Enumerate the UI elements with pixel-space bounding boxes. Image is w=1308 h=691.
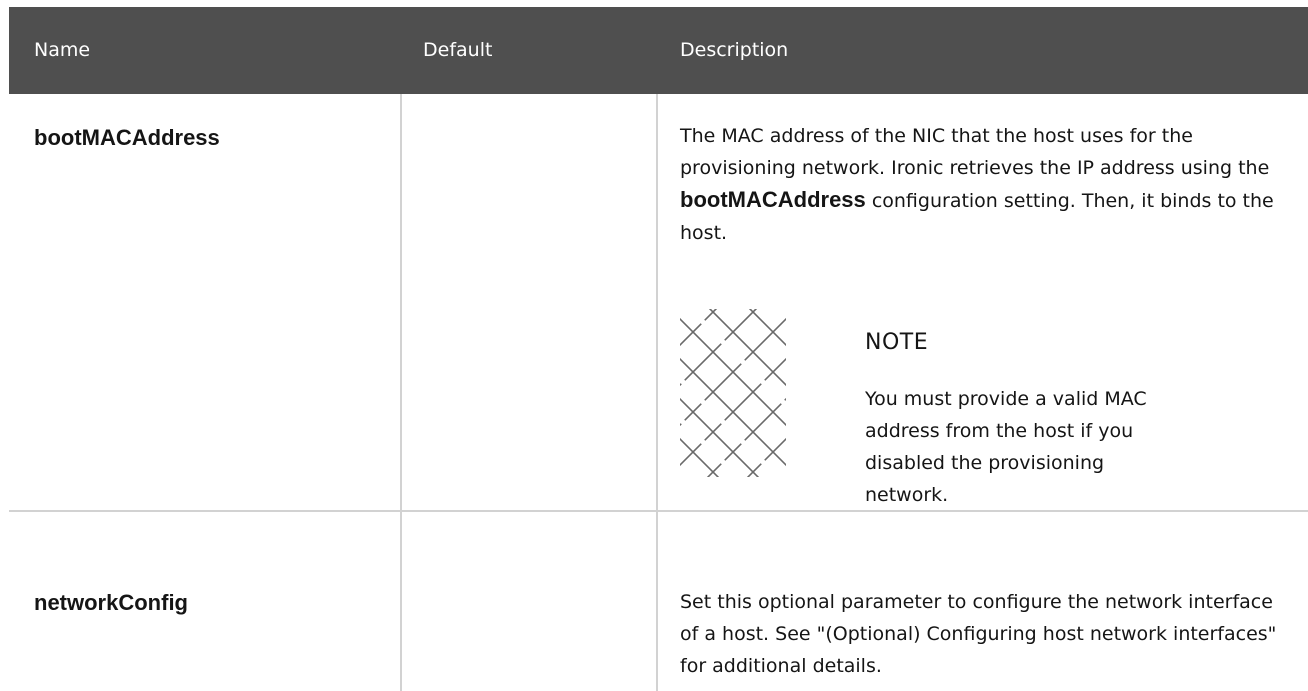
parameters-table: Name Default Description bootMACAddress …	[9, 7, 1308, 691]
parameter-description: The MAC address of the NIC that the host…	[680, 120, 1290, 249]
column-divider	[656, 94, 658, 691]
column-header-default: Default	[423, 39, 493, 61]
parameter-name: networkConfig	[34, 590, 188, 615]
parameter-name: bootMACAddress	[34, 125, 220, 150]
note-text: You must provide a valid MAC address fro…	[865, 388, 1147, 506]
column-header-name: Name	[34, 39, 91, 61]
column-divider	[400, 94, 402, 691]
column-header-description: Description	[680, 39, 789, 61]
note-title: NOTE	[865, 330, 929, 355]
description-text: The MAC address of the NIC that the host…	[680, 125, 1270, 179]
parameter-description: Set this optional parameter to configure…	[680, 591, 1277, 677]
description-code: bootMACAddress	[680, 187, 866, 212]
note-pattern-icon	[680, 309, 786, 477]
table-header: Name Default Description	[9, 7, 1308, 94]
